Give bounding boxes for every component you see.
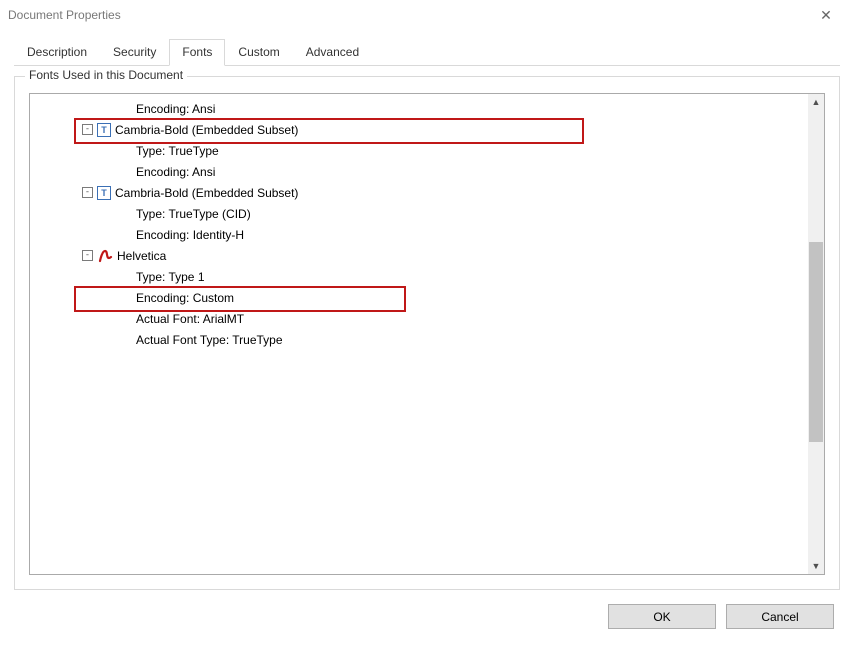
titlebar: Document Properties ✕ [0, 0, 854, 30]
dialog-buttons: OK Cancel [0, 590, 854, 645]
font-tree: Encoding: Ansi - T Cambria-Bold (Embedde… [29, 93, 825, 575]
tree-text: Encoding: Custom [136, 291, 234, 305]
tab-security[interactable]: Security [100, 39, 169, 66]
fieldset-legend: Fonts Used in this Document [25, 68, 187, 82]
close-icon[interactable]: ✕ [806, 7, 846, 24]
tree-node-helvetica[interactable]: - Helvetica [30, 245, 808, 266]
tree-detail: Encoding: Ansi [30, 161, 808, 182]
tree-content: Encoding: Ansi - T Cambria-Bold (Embedde… [30, 94, 808, 574]
tree-detail: Encoding: Ansi [30, 98, 808, 119]
tree-node-cambria-2[interactable]: - T Cambria-Bold (Embedded Subset) [30, 182, 808, 203]
scrollbar-thumb[interactable] [809, 242, 823, 442]
truetype-icon: T [97, 123, 111, 137]
tree-text: Encoding: Identity-H [136, 228, 244, 242]
tree-detail: Type: TrueType [30, 140, 808, 161]
tab-fonts[interactable]: Fonts [169, 39, 225, 66]
scroll-down-icon[interactable]: ▼ [808, 558, 824, 574]
tab-description[interactable]: Description [14, 39, 100, 66]
tree-node-cambria-1[interactable]: - T Cambria-Bold (Embedded Subset) [30, 119, 808, 140]
tabs-container: Description Security Fonts Custom Advanc… [0, 30, 854, 66]
tabs: Description Security Fonts Custom Advanc… [14, 38, 840, 66]
tree-text: Type: TrueType [136, 144, 219, 158]
cancel-button[interactable]: Cancel [726, 604, 834, 629]
tree-detail: Type: Type 1 [30, 266, 808, 287]
scroll-up-icon[interactable]: ▲ [808, 94, 824, 110]
tree-detail: Encoding: Identity-H [30, 224, 808, 245]
tree-text: Encoding: Ansi [136, 165, 215, 179]
document-properties-window: Document Properties ✕ Description Securi… [0, 0, 854, 645]
tree-text: Cambria-Bold (Embedded Subset) [115, 186, 298, 200]
collapse-icon[interactable]: - [82, 187, 93, 198]
tree-text: Helvetica [117, 249, 166, 263]
tree-detail: Actual Font Type: TrueType [30, 329, 808, 350]
tree-detail: Encoding: Custom [30, 287, 808, 308]
window-title: Document Properties [8, 8, 806, 22]
tab-advanced[interactable]: Advanced [293, 39, 372, 66]
tree-text: Type: TrueType (CID) [136, 207, 251, 221]
fonts-fieldset: Fonts Used in this Document Encoding: An… [14, 76, 840, 590]
type1-icon [97, 248, 113, 264]
tab-custom[interactable]: Custom [225, 39, 292, 66]
collapse-icon[interactable]: - [82, 250, 93, 261]
scrollbar[interactable]: ▲ ▼ [808, 94, 824, 574]
tree-text: Type: Type 1 [136, 270, 205, 284]
tree-text: Actual Font Type: TrueType [136, 333, 283, 347]
tree-text: Actual Font: ArialMT [136, 312, 244, 326]
collapse-icon[interactable]: - [82, 124, 93, 135]
truetype-icon: T [97, 186, 111, 200]
tree-text: Encoding: Ansi [136, 102, 215, 116]
tree-detail: Type: TrueType (CID) [30, 203, 808, 224]
tree-text: Cambria-Bold (Embedded Subset) [115, 123, 298, 137]
tree-detail: Actual Font: ArialMT [30, 308, 808, 329]
ok-button[interactable]: OK [608, 604, 716, 629]
fieldset-wrap: Fonts Used in this Document Encoding: An… [0, 66, 854, 590]
